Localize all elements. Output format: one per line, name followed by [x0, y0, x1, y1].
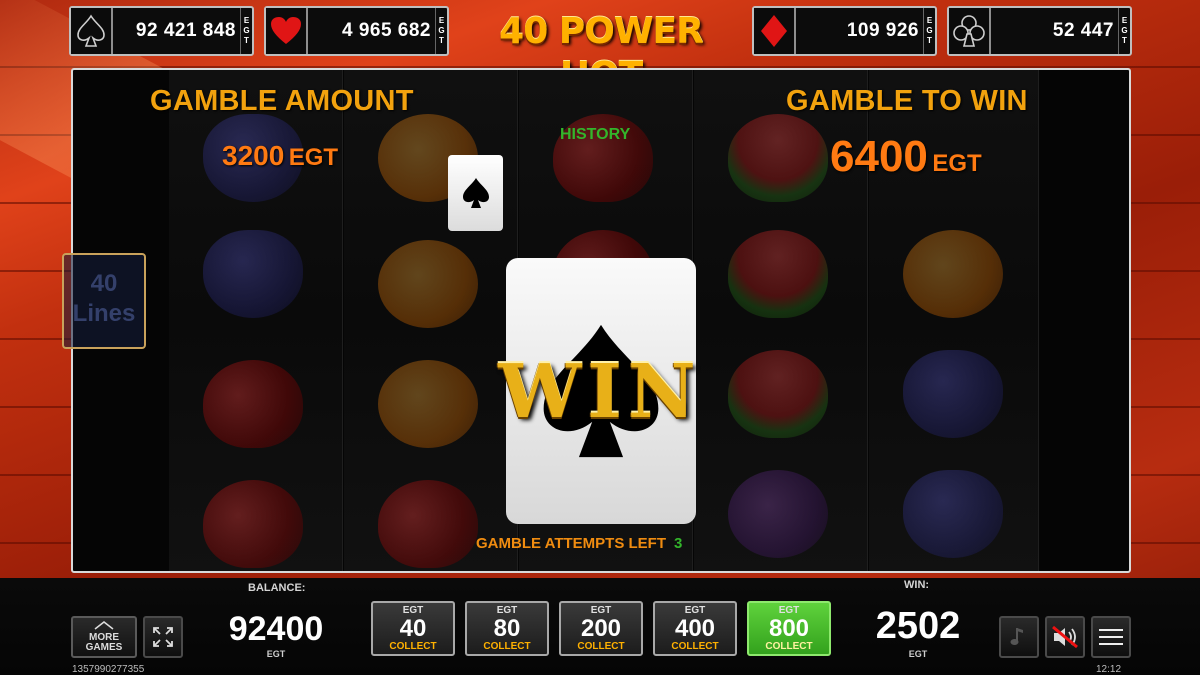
collect-80-button[interactable]: EGT 80 COLLECT: [465, 601, 549, 656]
home-icon: [94, 621, 114, 630]
gamble-to-win-number: 6400: [830, 132, 928, 181]
history-card-spade: [448, 155, 503, 231]
club-icon: [949, 8, 991, 54]
music-button[interactable]: [999, 616, 1039, 658]
reel-2: [344, 70, 518, 571]
gamble-amount-currency: EGT: [288, 144, 339, 171]
sound-toggle-button[interactable]: [1045, 616, 1085, 658]
grapes-symbol: [903, 350, 1003, 438]
gamble-to-win-currency: EGT: [932, 150, 982, 177]
lines-indicator: 40 Lines: [62, 253, 146, 349]
game-logo: 40 POWER HOT: [499, 11, 704, 96]
gamble-attempts-value: 3: [673, 535, 683, 552]
cherry-symbol: [203, 360, 303, 448]
jackpot-currency: EGT: [240, 8, 252, 54]
jackpot-currency: EGT: [435, 8, 447, 54]
collect-value: 400: [674, 615, 716, 642]
diamond-icon: [754, 8, 796, 54]
clock: 12:12: [1096, 664, 1122, 675]
heart-icon: [266, 8, 308, 54]
grapes-symbol: [203, 230, 303, 318]
plum-symbol: [728, 470, 828, 558]
gamble-amount-value: 3200 EGT: [222, 140, 338, 172]
history-label: HISTORY: [560, 126, 631, 143]
win-currency: EGT: [908, 649, 928, 659]
jackpot-diamond: 109 926 EGT: [752, 6, 937, 56]
collect-value: 40: [399, 615, 427, 642]
more-games-label-2: GAMES: [85, 642, 123, 653]
lines-number: 40: [90, 270, 118, 297]
watermelon-symbol: [728, 114, 828, 202]
spade-icon: [462, 178, 489, 208]
collect-label: COLLECT: [671, 641, 719, 652]
collect-value: 800: [768, 615, 810, 642]
session-id: 1357990277355: [72, 664, 145, 675]
win-banner: WIN: [498, 349, 702, 435]
gamble-attempts-label: GAMBLE ATTEMPTS LEFT: [476, 535, 666, 552]
balance-value: 92400: [228, 610, 324, 648]
collect-label: COLLECT: [765, 641, 813, 652]
win-value: 2502: [875, 605, 961, 647]
fullscreen-icon: [153, 627, 173, 647]
collect-label: COLLECT: [483, 641, 531, 652]
gamble-amount-title: GAMBLE AMOUNT: [150, 85, 414, 117]
cherry-symbol: [378, 480, 478, 568]
jackpot-currency: EGT: [1118, 8, 1130, 54]
spade-icon: [71, 8, 113, 54]
gamble-attempts: GAMBLE ATTEMPTS LEFT 3: [476, 535, 682, 552]
grapes-symbol: [903, 470, 1003, 558]
collect-value: 80: [493, 615, 521, 642]
music-note-icon: [1010, 628, 1023, 645]
jackpot-currency: EGT: [923, 8, 935, 54]
jackpot-spade-value: 92 421 848: [135, 20, 236, 41]
fullscreen-button[interactable]: [143, 616, 183, 658]
jackpot-club-value: 52 447: [1052, 20, 1114, 41]
jackpot-heart-value: 4 965 682: [341, 20, 431, 41]
jackpot-club: 52 447 EGT: [947, 6, 1132, 56]
orange-symbol: [378, 240, 478, 328]
menu-button[interactable]: [1091, 616, 1131, 658]
hamburger-menu-icon: [1099, 629, 1123, 645]
win-label: WIN:: [904, 579, 930, 591]
orange-symbol: [903, 230, 1003, 318]
collect-label: COLLECT: [577, 641, 625, 652]
collect-400-button[interactable]: EGT 400 COLLECT: [653, 601, 737, 656]
balance-label: BALANCE:: [248, 582, 306, 594]
more-games-button[interactable]: MORE GAMES: [71, 616, 137, 658]
gamble-to-win-title: GAMBLE TO WIN: [786, 85, 1028, 117]
collect-value: 200: [580, 615, 622, 642]
sound-muted-icon: [1052, 625, 1078, 649]
balance-currency: EGT: [266, 649, 286, 659]
collect-40-button[interactable]: EGT 40 COLLECT: [371, 601, 455, 656]
collect-label: COLLECT: [389, 641, 437, 652]
gamble-to-win-value: 6400 EGT: [830, 132, 982, 182]
jackpot-spade: 92 421 848 EGT: [69, 6, 254, 56]
collect-800-button[interactable]: EGT 800 COLLECT: [747, 601, 831, 656]
jackpot-diamond-value: 109 926: [846, 20, 919, 41]
lines-label: Lines: [72, 300, 136, 327]
gamble-amount-number: 3200: [222, 140, 285, 171]
jackpot-heart: 4 965 682 EGT: [264, 6, 449, 56]
cherry-symbol: [203, 480, 303, 568]
collect-200-button[interactable]: EGT 200 COLLECT: [559, 601, 643, 656]
watermelon-symbol: [728, 230, 828, 318]
